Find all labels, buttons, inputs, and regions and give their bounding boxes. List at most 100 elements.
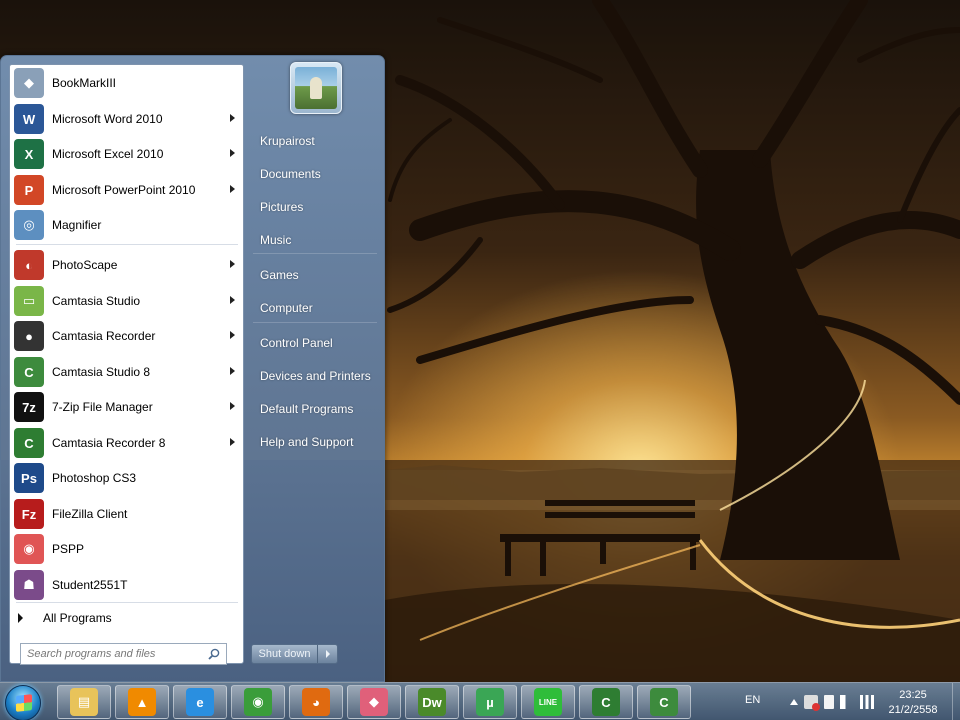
search-input[interactable]: Search programs and files: [20, 643, 227, 665]
all-programs-button[interactable]: All Programs: [10, 607, 243, 629]
submenu-arrow-icon[interactable]: [230, 438, 235, 446]
bookmark-icon: ◆: [14, 68, 44, 98]
submenu-arrow-icon[interactable]: [230, 260, 235, 268]
program-label: 7-Zip File Manager: [52, 400, 153, 414]
program-label: Microsoft Excel 2010: [52, 147, 164, 161]
taskbar-line-button[interactable]: LINE: [521, 685, 575, 719]
camtasia-recorder-icon: ●: [14, 321, 44, 351]
chevron-right-icon: [325, 650, 330, 658]
camtasia-studio-icon: ▭: [14, 286, 44, 316]
pspp-icon: ◉: [14, 534, 44, 564]
triangle-right-icon: [18, 613, 23, 623]
signal-bars-icon[interactable]: [860, 695, 874, 709]
camtasia-recorder-taskbar-icon: C: [592, 688, 620, 716]
clock-date: 21/2/2558: [888, 704, 938, 716]
program-label: Magnifier: [52, 218, 102, 232]
program-label: Microsoft Word 2010: [52, 112, 163, 126]
language-indicator[interactable]: EN: [745, 694, 760, 706]
volume-icon[interactable]: [840, 695, 854, 709]
dreamweaver-icon: Dw: [418, 688, 446, 716]
program-label: Camtasia Recorder 8: [52, 436, 166, 450]
taskbar-eraser-button[interactable]: ◆: [347, 685, 401, 719]
camtasia-studio-8-icon: C: [14, 357, 44, 387]
student-icon: ☗: [14, 570, 44, 600]
program-item[interactable]: C Camtasia Studio 8: [10, 355, 243, 389]
program-item[interactable]: 7z 7-Zip File Manager: [10, 390, 243, 424]
taskbar-camtasia-studio-button[interactable]: C: [637, 685, 691, 719]
program-label: Microsoft PowerPoint 2010: [52, 183, 196, 197]
program-label: Camtasia Studio 8: [52, 365, 151, 379]
start-link-pictures[interactable]: Pictures: [251, 194, 381, 220]
submenu-arrow-icon[interactable]: [230, 296, 235, 304]
program-item[interactable]: Fz FileZilla Client: [10, 497, 243, 531]
vlc-icon: ▲: [128, 688, 156, 716]
program-item[interactable]: ◎ Magnifier: [10, 208, 243, 242]
start-menu: ◆ BookMarkIII W Microsoft Word 2010 X Microso…: [0, 55, 385, 682]
clock-time: 23:25: [899, 689, 927, 701]
7zip-icon: 7z: [14, 392, 44, 422]
word-icon: W: [14, 104, 44, 134]
search-icon[interactable]: [208, 648, 220, 660]
program-item[interactable]: ◐ PhotoScape: [10, 248, 243, 282]
shutdown-options-button[interactable]: [318, 645, 337, 663]
shutdown-button[interactable]: Shut down: [252, 645, 318, 663]
program-item[interactable]: ◆ BookMarkIII: [10, 66, 243, 100]
submenu-arrow-icon[interactable]: [230, 402, 235, 410]
taskbar-firefox-button[interactable]: ◕: [289, 685, 343, 719]
program-item[interactable]: C Camtasia Recorder 8: [10, 426, 243, 460]
program-label: Student2551T: [52, 578, 128, 592]
programs-separator: [16, 244, 238, 245]
show-desktop-button[interactable]: [952, 683, 960, 720]
start-link-control-panel[interactable]: Control Panel: [251, 330, 381, 356]
programs-separator: [16, 602, 238, 603]
taskbar-camtasia-recorder-button[interactable]: C: [579, 685, 633, 719]
taskbar-explorer-button[interactable]: ▤: [57, 685, 111, 719]
photoscape-icon: ◐: [14, 250, 44, 280]
submenu-arrow-icon[interactable]: [230, 331, 235, 339]
program-item[interactable]: ▭ Camtasia Studio: [10, 284, 243, 318]
submenu-arrow-icon[interactable]: [230, 185, 235, 193]
power-icon[interactable]: [824, 695, 834, 709]
programs-pane: ◆ BookMarkIII W Microsoft Word 2010 X Microso…: [9, 64, 244, 664]
line-icon: LINE: [534, 688, 562, 716]
start-link-games[interactable]: Games: [251, 262, 381, 288]
program-item[interactable]: Ps Photoshop CS3: [10, 461, 243, 495]
camtasia-studio-taskbar-icon: C: [650, 688, 678, 716]
submenu-arrow-icon[interactable]: [230, 367, 235, 375]
program-item[interactable]: P Microsoft PowerPoint 2010: [10, 173, 243, 207]
start-button[interactable]: [5, 685, 41, 720]
photoshop-icon: Ps: [14, 463, 44, 493]
eraser-icon: ◆: [360, 688, 388, 716]
network-warning-icon[interactable]: [804, 695, 820, 711]
start-link-music[interactable]: Music: [251, 227, 381, 253]
shutdown-button-group: Shut down: [251, 644, 338, 664]
program-item[interactable]: ◉ PSPP: [10, 532, 243, 566]
filezilla-icon: Fz: [14, 499, 44, 529]
program-item[interactable]: W Microsoft Word 2010: [10, 102, 243, 136]
user-picture[interactable]: [290, 62, 342, 114]
tray-expand-icon[interactable]: [790, 699, 798, 705]
start-link-computer[interactable]: Computer: [251, 295, 381, 321]
taskbar-chrome-button[interactable]: ◉: [231, 685, 285, 719]
program-item[interactable]: ● Camtasia Recorder: [10, 319, 243, 353]
start-link-default-programs[interactable]: Default Programs: [251, 396, 381, 422]
taskbar-vlc-button[interactable]: ▲: [115, 685, 169, 719]
shutdown-label: Shut down: [258, 648, 311, 660]
program-label: FileZilla Client: [52, 507, 128, 521]
submenu-arrow-icon[interactable]: [230, 149, 235, 157]
taskbar-dreamweaver-button[interactable]: Dw: [405, 685, 459, 719]
start-link-documents[interactable]: Documents: [251, 161, 381, 187]
program-label: Camtasia Studio: [52, 294, 141, 308]
start-link-help-and-support[interactable]: Help and Support: [251, 429, 381, 455]
clock[interactable]: 23:25 21/2/2558: [880, 688, 946, 718]
taskbar-utorrent-button[interactable]: µ: [463, 685, 517, 719]
taskbar-internet-explorer-button[interactable]: e: [173, 685, 227, 719]
submenu-arrow-icon[interactable]: [230, 114, 235, 122]
program-label: Camtasia Recorder: [52, 329, 156, 343]
firefox-icon: ◕: [302, 688, 330, 716]
program-item[interactable]: ☗ Student2551T: [10, 568, 243, 602]
program-item[interactable]: X Microsoft Excel 2010: [10, 137, 243, 171]
start-link-krupairost[interactable]: Krupairost: [251, 128, 381, 154]
start-link-devices-and-printers[interactable]: Devices and Printers: [251, 363, 381, 389]
search-placeholder: Search programs and files: [27, 648, 156, 660]
